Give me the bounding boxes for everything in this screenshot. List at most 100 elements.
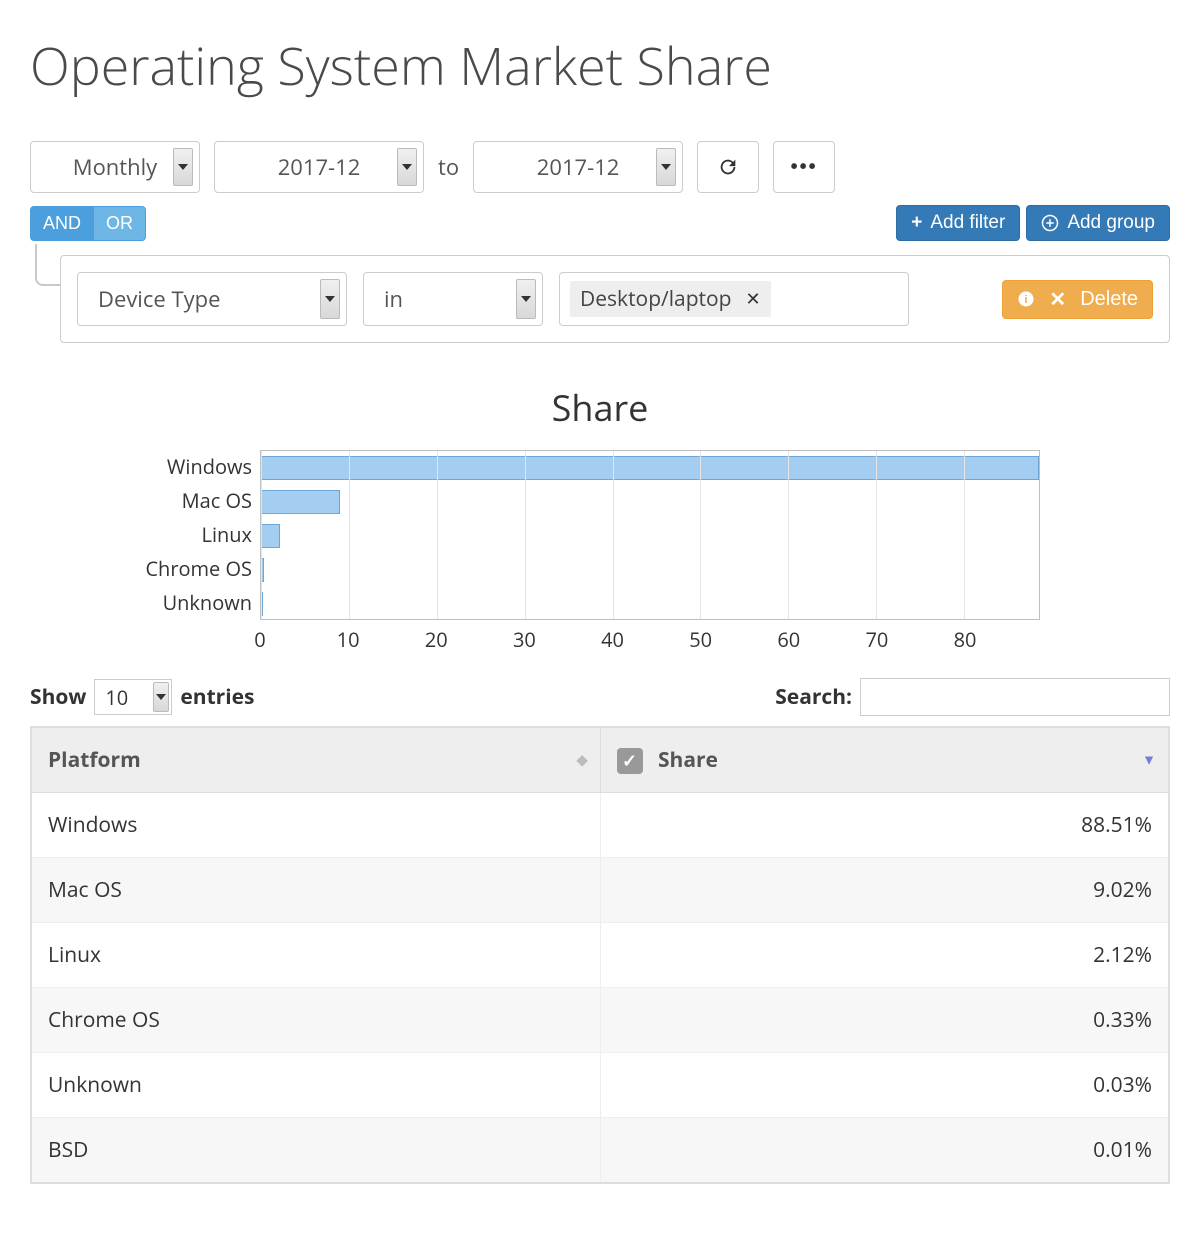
plus-icon: + — [911, 212, 922, 234]
chart-bar — [261, 524, 280, 548]
cell-platform: BSD — [31, 1118, 600, 1184]
cell-platform: Chrome OS — [31, 988, 600, 1053]
x-tick-label: 20 — [425, 626, 448, 653]
chart-category-label: Windows — [30, 450, 252, 484]
caret-down-icon — [397, 148, 417, 186]
chart-category-label: Linux — [30, 518, 252, 552]
bar-chart: WindowsMac OSLinuxChrome OSUnknown 0 10 20… — [30, 450, 1170, 650]
filter-value-tag: Desktop/laptop ✕ — [570, 281, 771, 317]
gridline — [700, 451, 701, 619]
add-filter-label: Add filter — [930, 212, 1005, 234]
cell-share: 9.02% — [600, 858, 1169, 923]
results-table: Platform ◆ ✓ Share ▼ Windows88.51%Mac OS… — [30, 726, 1170, 1184]
gridline — [613, 451, 614, 619]
entries-select[interactable]: 10 — [94, 679, 172, 715]
caret-down-icon — [173, 148, 193, 186]
chart-bar — [261, 490, 340, 514]
filter-operator-value: in — [384, 284, 403, 314]
col-share-label: Share — [658, 746, 718, 774]
delete-label: Delete — [1080, 288, 1138, 311]
connector-line — [35, 244, 61, 286]
refresh-icon — [717, 156, 739, 178]
date-from-select[interactable]: 2017-12 — [214, 141, 424, 193]
table-controls: Show 10 entries Search: — [30, 678, 1170, 716]
chart-plot-area — [260, 450, 1040, 620]
period-select[interactable]: Monthly — [30, 141, 200, 193]
more-button[interactable]: ••• — [773, 141, 835, 193]
cell-share: 0.01% — [600, 1118, 1169, 1184]
sort-icon: ◆ — [577, 751, 588, 770]
caret-down-icon — [516, 279, 536, 319]
add-filter-button[interactable]: + Add filter — [896, 205, 1020, 241]
filter-value-input[interactable]: Desktop/laptop ✕ — [559, 272, 909, 326]
x-tick-label: 70 — [865, 626, 888, 653]
search-input[interactable] — [860, 678, 1170, 716]
filter-value-text: Desktop/laptop — [580, 285, 732, 313]
gridline — [876, 451, 877, 619]
gridline — [437, 451, 438, 619]
x-tick-label: 80 — [954, 626, 977, 653]
table-row: BSD0.01% — [31, 1118, 1169, 1184]
chart-x-axis: 01020304050607080 — [260, 620, 1040, 650]
and-toggle[interactable]: AND — [30, 206, 93, 241]
x-tick-label: 60 — [777, 626, 800, 653]
date-from-value: 2017-12 — [278, 152, 361, 182]
chart-category-label: Mac OS — [30, 484, 252, 518]
show-label: Show — [30, 683, 86, 711]
delete-filter-button[interactable]: i ✕ Delete — [1002, 280, 1153, 319]
table-row: Unknown0.03% — [31, 1053, 1169, 1118]
col-platform-label: Platform — [48, 746, 141, 774]
chart-category-label: Unknown — [30, 586, 252, 620]
plus-circle-icon — [1041, 214, 1059, 232]
refresh-button[interactable] — [697, 141, 759, 193]
filter-rule: Device Type in Desktop/laptop ✕ i ✕ Dele… — [60, 255, 1170, 343]
cell-share: 0.03% — [600, 1053, 1169, 1118]
search-label: Search: — [775, 683, 852, 711]
filter-field-select[interactable]: Device Type — [77, 272, 347, 326]
table-row: Mac OS9.02% — [31, 858, 1169, 923]
add-group-button[interactable]: Add group — [1026, 205, 1170, 241]
logic-toggle: AND OR — [30, 206, 146, 241]
x-tick-label: 10 — [337, 626, 360, 653]
gridline — [964, 451, 965, 619]
gridline — [525, 451, 526, 619]
x-tick-label: 30 — [513, 626, 536, 653]
x-tick-label: 40 — [601, 626, 624, 653]
ellipsis-icon: ••• — [791, 156, 818, 179]
page-title: Operating System Market Share — [30, 30, 1170, 101]
cell-platform: Linux — [31, 923, 600, 988]
x-tick-label: 0 — [254, 626, 265, 653]
x-tick-label: 50 — [689, 626, 712, 653]
date-to-value: 2017-12 — [537, 152, 620, 182]
chart-category-label: Chrome OS — [30, 552, 252, 586]
col-platform[interactable]: Platform ◆ — [31, 727, 600, 793]
remove-tag-icon[interactable]: ✕ — [746, 287, 761, 311]
cell-platform: Unknown — [31, 1053, 600, 1118]
gridline — [349, 451, 350, 619]
to-label: to — [438, 152, 459, 182]
entries-label: entries — [180, 683, 254, 711]
cell-share: 88.51% — [600, 793, 1169, 858]
chart-title: Share — [30, 383, 1170, 432]
filter-field-value: Device Type — [98, 284, 220, 314]
sort-desc-icon: ▼ — [1142, 751, 1156, 770]
close-icon: ✕ — [1049, 287, 1066, 312]
table-row: Chrome OS0.33% — [31, 988, 1169, 1053]
date-controls: Monthly 2017-12 to 2017-12 ••• — [30, 141, 1170, 193]
period-value: Monthly — [73, 152, 157, 182]
logic-row: AND OR + Add filter Add group — [30, 205, 1170, 241]
caret-down-icon — [320, 279, 340, 319]
chart-bar — [261, 456, 1039, 480]
checkbox-icon[interactable]: ✓ — [617, 748, 643, 774]
cell-platform: Windows — [31, 793, 600, 858]
gridline — [261, 451, 262, 619]
date-to-select[interactable]: 2017-12 — [473, 141, 683, 193]
col-share[interactable]: ✓ Share ▼ — [600, 727, 1169, 793]
cell-share: 0.33% — [600, 988, 1169, 1053]
cell-platform: Mac OS — [31, 858, 600, 923]
filter-operator-select[interactable]: in — [363, 272, 543, 326]
cell-share: 2.12% — [600, 923, 1169, 988]
or-toggle[interactable]: OR — [93, 206, 146, 241]
table-row: Linux2.12% — [31, 923, 1169, 988]
caret-down-icon — [153, 682, 169, 712]
